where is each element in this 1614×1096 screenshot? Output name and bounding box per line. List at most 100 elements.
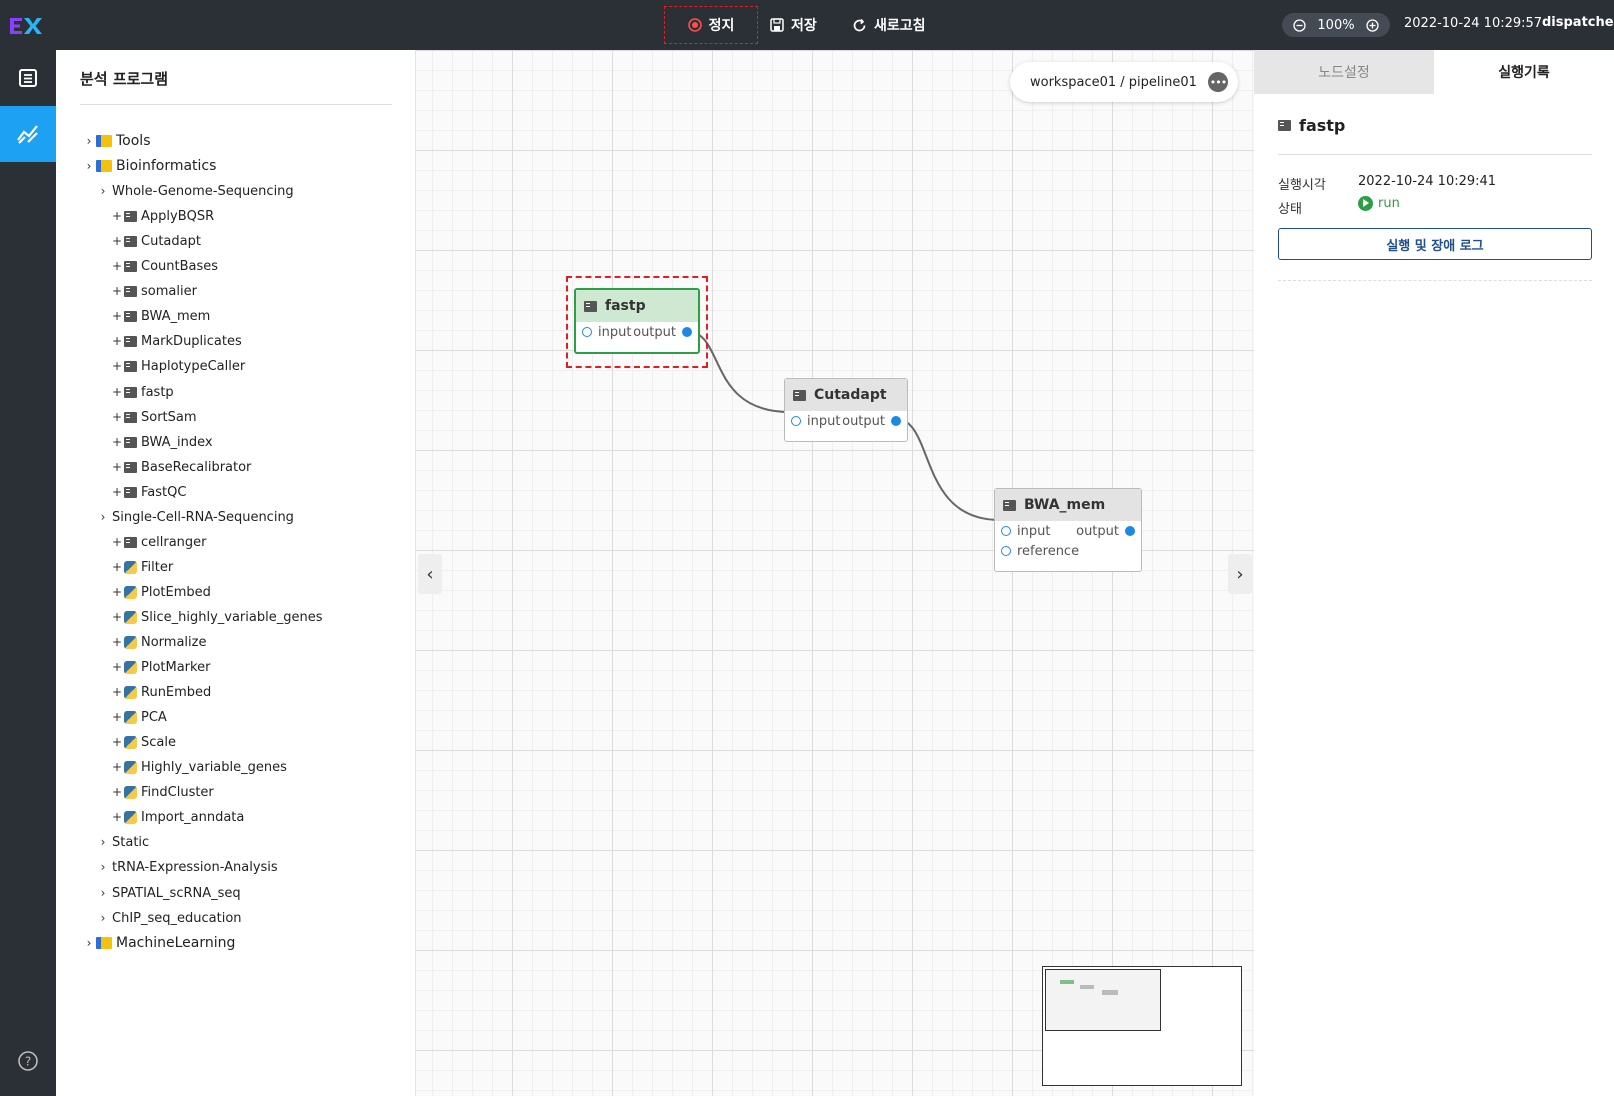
input-port[interactable]: [1001, 526, 1011, 536]
expand-plus-icon[interactable]: +: [110, 460, 124, 474]
tree-item[interactable]: + PCA: [110, 706, 167, 728]
tree-item-label: Single-Cell-RNA-Sequencing: [112, 509, 294, 525]
tree-item[interactable]: + PlotEmbed: [110, 581, 211, 603]
chevron-right-icon[interactable]: ›: [96, 510, 110, 524]
tree-item[interactable]: + Filter: [110, 556, 173, 578]
tree-item[interactable]: › Single-Cell-RNA-Sequencing: [96, 506, 294, 528]
tree-item[interactable]: + fastp: [110, 381, 174, 403]
tree-item[interactable]: + RunEmbed: [110, 681, 211, 703]
zoom-out-icon[interactable]: [1293, 18, 1307, 32]
tree-item[interactable]: + BWA_index: [110, 431, 213, 453]
expand-plus-icon[interactable]: +: [110, 485, 124, 499]
expand-plus-icon[interactable]: +: [110, 585, 124, 599]
tree-item[interactable]: + Highly_variable_genes: [110, 756, 287, 778]
document-icon: [19, 69, 37, 87]
nav-pipeline-button[interactable]: [0, 106, 56, 162]
output-port[interactable]: [1125, 526, 1135, 536]
tree-item[interactable]: + cellranger: [110, 531, 207, 553]
expand-plus-icon[interactable]: +: [110, 385, 124, 399]
expand-plus-icon[interactable]: +: [110, 410, 124, 424]
tree-item[interactable]: + MarkDuplicates: [110, 330, 242, 352]
tree-item[interactable]: + Normalize: [110, 631, 207, 653]
chevron-right-icon[interactable]: ›: [82, 134, 96, 148]
expand-plus-icon[interactable]: +: [110, 535, 124, 549]
expand-plus-icon[interactable]: +: [110, 334, 124, 348]
output-port[interactable]: [682, 327, 692, 337]
top-bar: 정지 저장 새로고침 100% 2022-10-24 10:29:57 disp…: [56, 0, 1614, 50]
save-button[interactable]: 저장: [770, 6, 817, 44]
tree-item[interactable]: › Bioinformatics: [82, 155, 217, 177]
tree-item[interactable]: + Import_anndata: [110, 806, 244, 828]
tree-item[interactable]: + Scale: [110, 731, 176, 753]
node-fastp[interactable]: fastp input output: [574, 288, 700, 354]
chevron-right-icon[interactable]: ›: [96, 911, 110, 925]
tree-item[interactable]: + BaseRecalibrator: [110, 456, 251, 478]
expand-plus-icon[interactable]: +: [110, 284, 124, 298]
minimap[interactable]: [1042, 966, 1242, 1086]
expand-plus-icon[interactable]: +: [110, 635, 124, 649]
nav-document-button[interactable]: [0, 50, 56, 106]
node-bwa-mem[interactable]: BWA_mem input output reference: [994, 488, 1142, 572]
expand-plus-icon[interactable]: +: [110, 735, 124, 749]
tree-item[interactable]: + BWA_mem: [110, 305, 210, 327]
tree-item[interactable]: + FastQC: [110, 481, 186, 503]
stop-button[interactable]: 정지: [664, 6, 758, 44]
pipeline-canvas[interactable]: workspace01 / pipeline01 ••• fastp input…: [416, 50, 1254, 1096]
output-port[interactable]: [891, 416, 901, 426]
tree-item[interactable]: › MachineLearning: [82, 932, 236, 954]
expand-plus-icon[interactable]: +: [110, 785, 124, 799]
chevron-right-icon[interactable]: ›: [96, 886, 110, 900]
refresh-button[interactable]: 새로고침: [852, 6, 926, 44]
tree-item[interactable]: + SortSam: [110, 406, 197, 428]
tree-item[interactable]: + Cutadapt: [110, 230, 201, 252]
tab-node-settings[interactable]: 노드설정: [1254, 50, 1434, 94]
tree-item[interactable]: + HaplotypeCaller: [110, 355, 245, 377]
selected-node-name: fastp: [1299, 116, 1346, 135]
input-port[interactable]: [582, 327, 592, 337]
tree-item[interactable]: + FindCluster: [110, 781, 214, 803]
tree-item[interactable]: › tRNA-Expression-Analysis: [96, 856, 278, 878]
expand-plus-icon[interactable]: +: [110, 660, 124, 674]
expand-plus-icon[interactable]: +: [110, 560, 124, 574]
expand-plus-icon[interactable]: +: [110, 810, 124, 824]
more-options-icon[interactable]: •••: [1208, 72, 1228, 92]
expand-plus-icon[interactable]: +: [110, 610, 124, 624]
minimap-viewport[interactable]: [1045, 969, 1161, 1031]
tree-item[interactable]: + Slice_highly_variable_genes: [110, 606, 323, 628]
tree-item[interactable]: + somalier: [110, 280, 197, 302]
input-port[interactable]: [791, 416, 801, 426]
node-cutadapt[interactable]: Cutadapt input output: [784, 378, 908, 442]
expand-plus-icon[interactable]: +: [110, 685, 124, 699]
tree-item[interactable]: › SPATIAL_scRNA_seq: [96, 882, 241, 904]
tree-item[interactable]: + ApplyBQSR: [110, 205, 214, 227]
expand-plus-icon[interactable]: +: [110, 209, 124, 223]
tree-item[interactable]: + CountBases: [110, 255, 218, 277]
expand-plus-icon[interactable]: +: [110, 435, 124, 449]
collapse-left-button[interactable]: ‹: [418, 554, 442, 594]
nav-help-button[interactable]: ?: [0, 1036, 56, 1086]
collapse-right-button[interactable]: ›: [1228, 554, 1252, 594]
chevron-right-icon[interactable]: ›: [82, 159, 96, 173]
expand-plus-icon[interactable]: +: [110, 359, 124, 373]
tree-item[interactable]: › ChIP_seq_education: [96, 907, 242, 929]
left-nav: ?: [0, 0, 56, 1096]
tree-item[interactable]: › Static: [96, 831, 150, 853]
execution-log-button[interactable]: 실행 및 장애 로그: [1278, 228, 1592, 260]
tree-item-label: Static: [112, 834, 150, 850]
tree-item[interactable]: + PlotMarker: [110, 656, 210, 678]
expand-plus-icon[interactable]: +: [110, 309, 124, 323]
expand-plus-icon[interactable]: +: [110, 710, 124, 724]
chevron-right-icon[interactable]: ›: [96, 184, 110, 198]
chevron-right-icon[interactable]: ›: [96, 860, 110, 874]
expand-plus-icon[interactable]: +: [110, 760, 124, 774]
tree-item[interactable]: › Whole-Genome-Sequencing: [96, 180, 294, 202]
zoom-in-icon[interactable]: [1365, 18, 1379, 32]
tab-execution-log[interactable]: 실행기록: [1434, 50, 1614, 94]
app-logo-icon[interactable]: [8, 12, 48, 40]
expand-plus-icon[interactable]: +: [110, 234, 124, 248]
expand-plus-icon[interactable]: +: [110, 259, 124, 273]
chevron-right-icon[interactable]: ›: [96, 835, 110, 849]
tree-item[interactable]: › Tools: [82, 130, 151, 152]
reference-port[interactable]: [1001, 546, 1011, 556]
chevron-right-icon[interactable]: ›: [82, 936, 96, 950]
